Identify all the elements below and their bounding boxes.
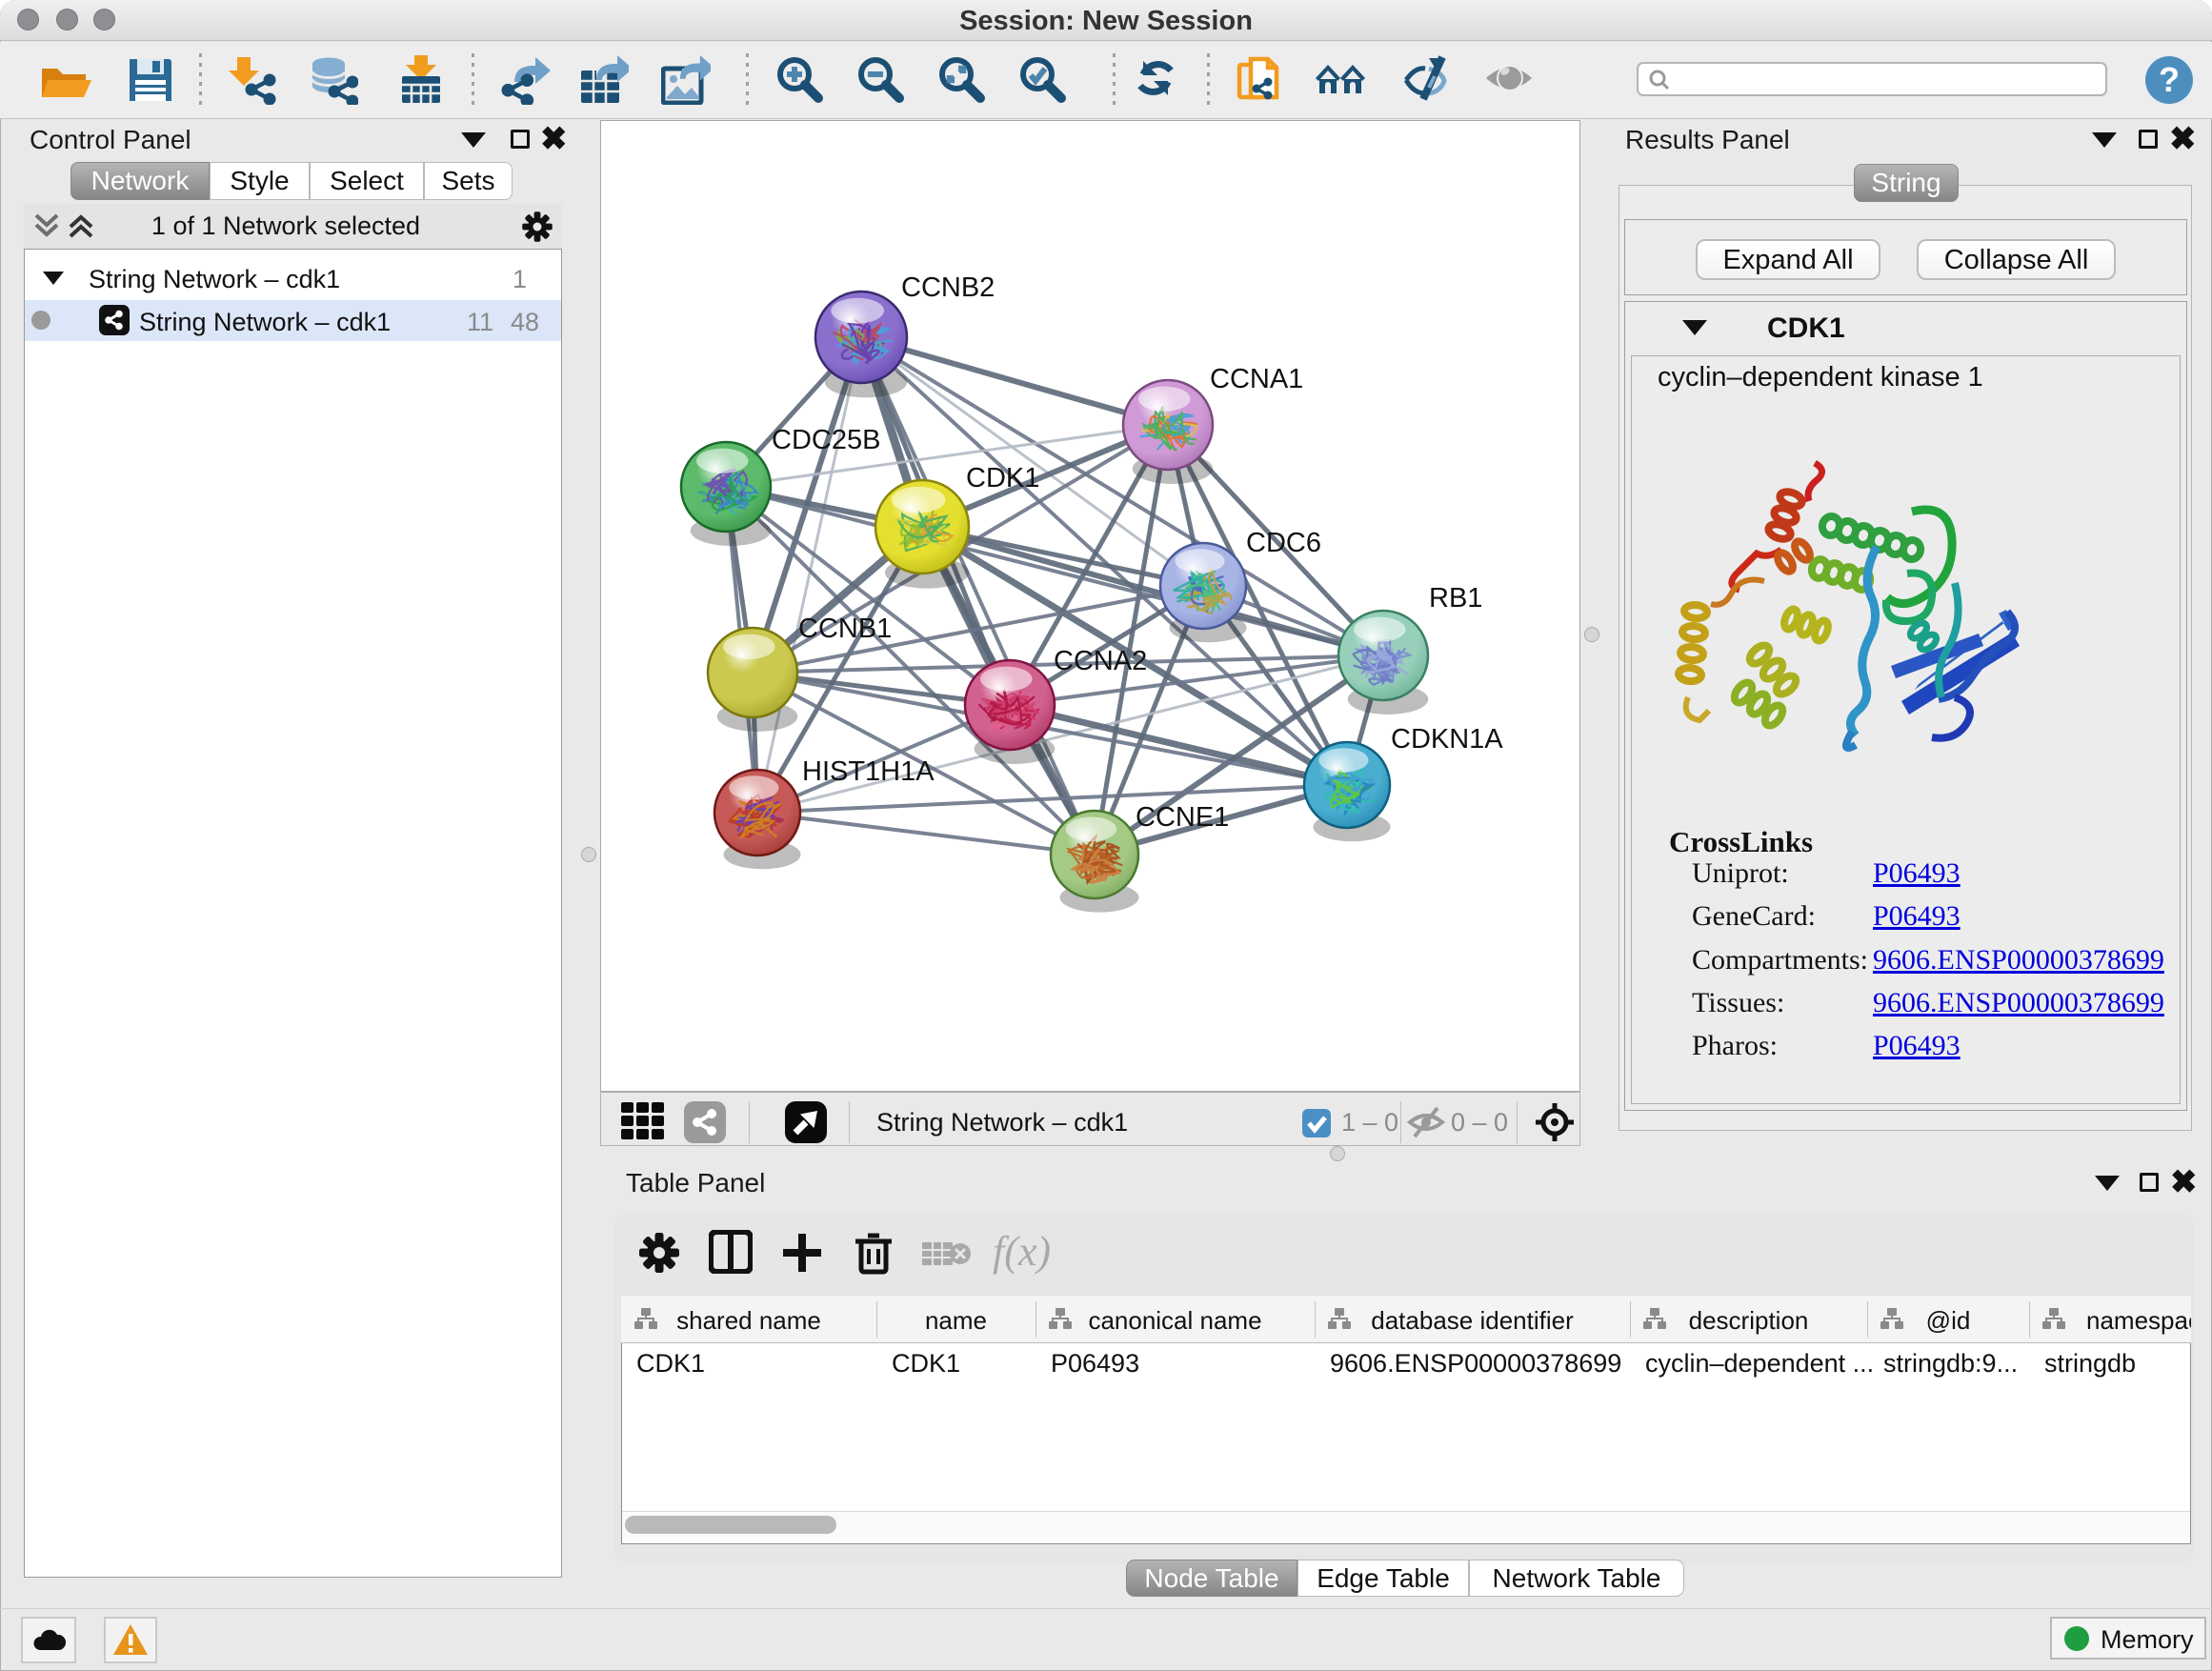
svg-text:CDC25B: CDC25B [772, 425, 880, 455]
svg-text:CCNE1: CCNE1 [1136, 802, 1229, 833]
svg-text:CCNB2: CCNB2 [901, 272, 995, 303]
svg-text:CCNA1: CCNA1 [1210, 364, 1303, 394]
svg-text:CCNA2: CCNA2 [1054, 646, 1147, 676]
svg-text:?: ? [2159, 60, 2180, 99]
svg-text:CCNB1: CCNB1 [798, 614, 892, 644]
svg-text:CDC6: CDC6 [1246, 528, 1321, 558]
svg-text:CDK1: CDK1 [966, 463, 1039, 493]
svg-text:CDKN1A: CDKN1A [1391, 724, 1503, 755]
svg-text:RB1: RB1 [1429, 583, 1482, 614]
svg-text:HIST1H1A: HIST1H1A [802, 756, 935, 787]
